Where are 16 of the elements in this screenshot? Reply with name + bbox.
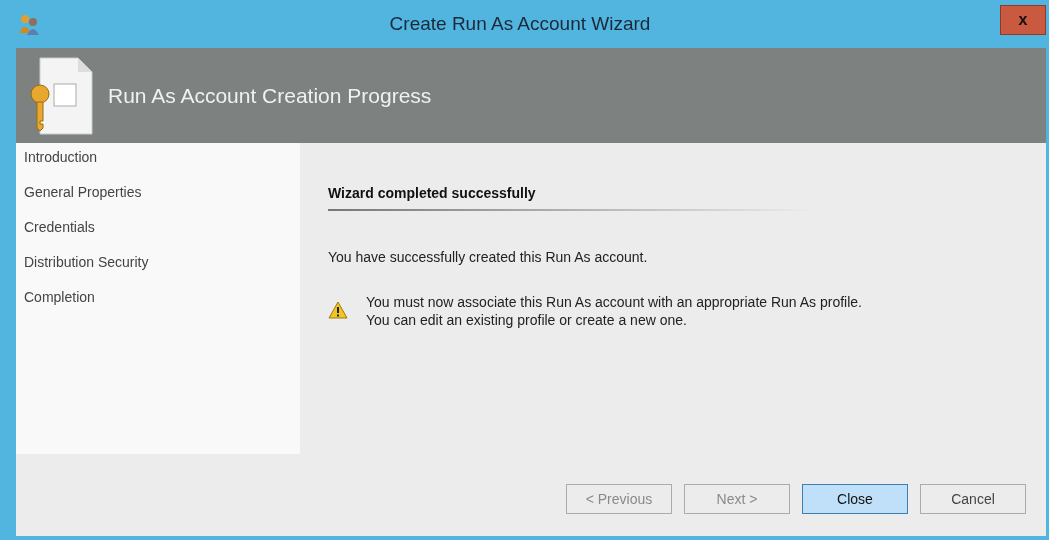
section-heading: Wizard completed successfully	[328, 185, 813, 211]
sidebar-item[interactable]: Credentials	[24, 219, 300, 235]
users-icon	[18, 13, 40, 35]
warning-icon	[328, 301, 348, 319]
warning-message: You must now associate this Run As account with an appropriate Run As profile. You can edit an existing profile or create a new one.	[366, 293, 862, 329]
success-message: You have successfully created this Run As account.	[328, 249, 649, 265]
page-title: Run As Account Creation Progress	[108, 83, 432, 108]
sidebar-item[interactable]: Completion	[24, 289, 300, 305]
sidebar-item[interactable]: Distribution Security	[24, 254, 300, 270]
window-close-button[interactable]: x	[1000, 5, 1046, 35]
sidebar-item[interactable]: Introduction	[24, 149, 300, 165]
sidebar-item[interactable]: General Properties	[24, 184, 300, 200]
wizard-button[interactable]: Close	[802, 484, 908, 514]
wizard-button[interactable]: Cancel	[920, 484, 1026, 514]
document-key-icon	[28, 55, 94, 136]
window-title: Create Run As Account Wizard	[388, 13, 652, 35]
